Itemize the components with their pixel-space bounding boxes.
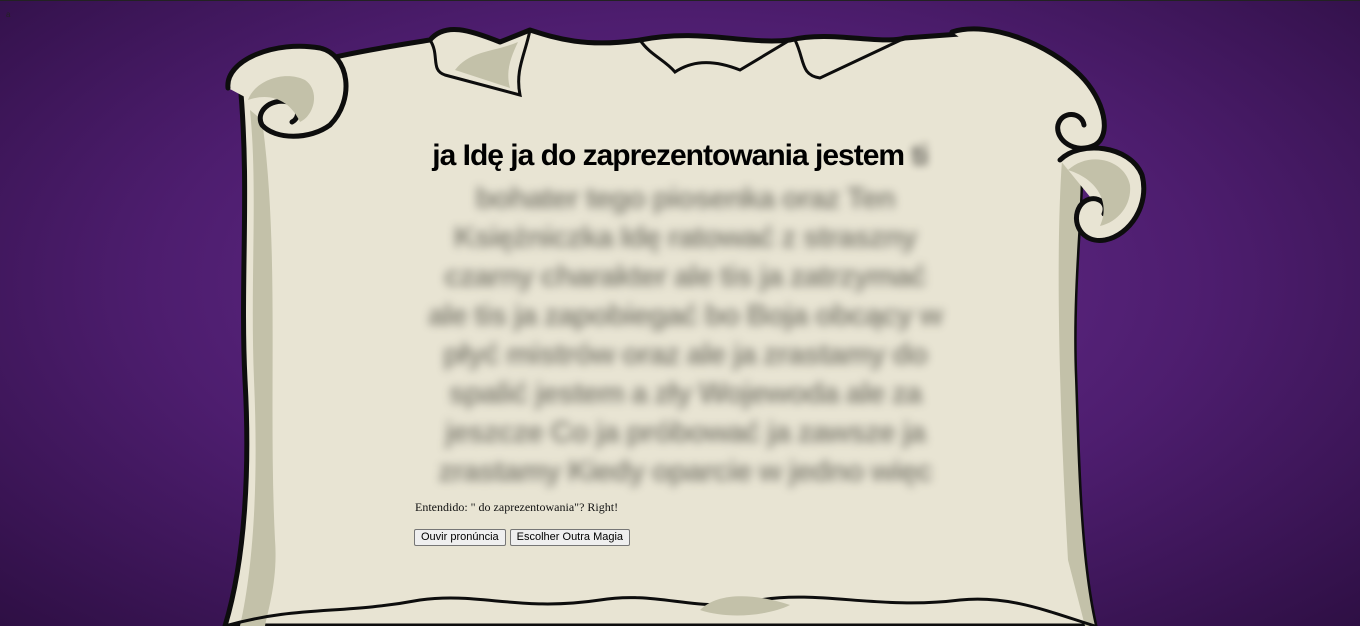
blurred-line: ale tis ja zapobiegać bo Boja obcący w — [428, 299, 943, 332]
blurred-line: płyć mistrów oraz ale ja zrastamy do — [442, 338, 928, 371]
scroll-title-line: ja Idę ja do zaprezentowania jestem ti — [300, 137, 1060, 175]
scroll-visible-tail: ti — [911, 139, 928, 172]
blurred-line: czarny charakter ale tis ja zatrzymać — [444, 260, 927, 293]
action-buttons: Ouvir pronúncia Escolher Outra Magia — [414, 529, 631, 546]
blurred-line: spalić jestem a zły Wojewoda ale za — [448, 377, 923, 410]
blurred-spell-text: bohater tego piosenka oraz Ten Księżnicz… — [410, 179, 960, 491]
blurred-line: Księżniczka Idę ratować z straszny — [453, 221, 918, 254]
blurred-line: zrastamy Kiedy oparcie w jedno więc — [438, 455, 933, 488]
choose-other-spell-button[interactable]: Escolher Outra Magia — [509, 529, 631, 546]
blurred-line: jeszcze Co ja próbować ja zawsze ja — [444, 416, 926, 449]
recognition-feedback: Entendido: " do zaprezentowania"? Right! — [415, 500, 619, 514]
scroll-visible-words: ja Idę ja do zaprezentowania jestem — [432, 139, 905, 172]
blurred-line: bohater tego piosenka oraz Ten — [475, 182, 896, 215]
listen-pronunciation-button[interactable]: Ouvir pronúncia — [414, 529, 506, 546]
